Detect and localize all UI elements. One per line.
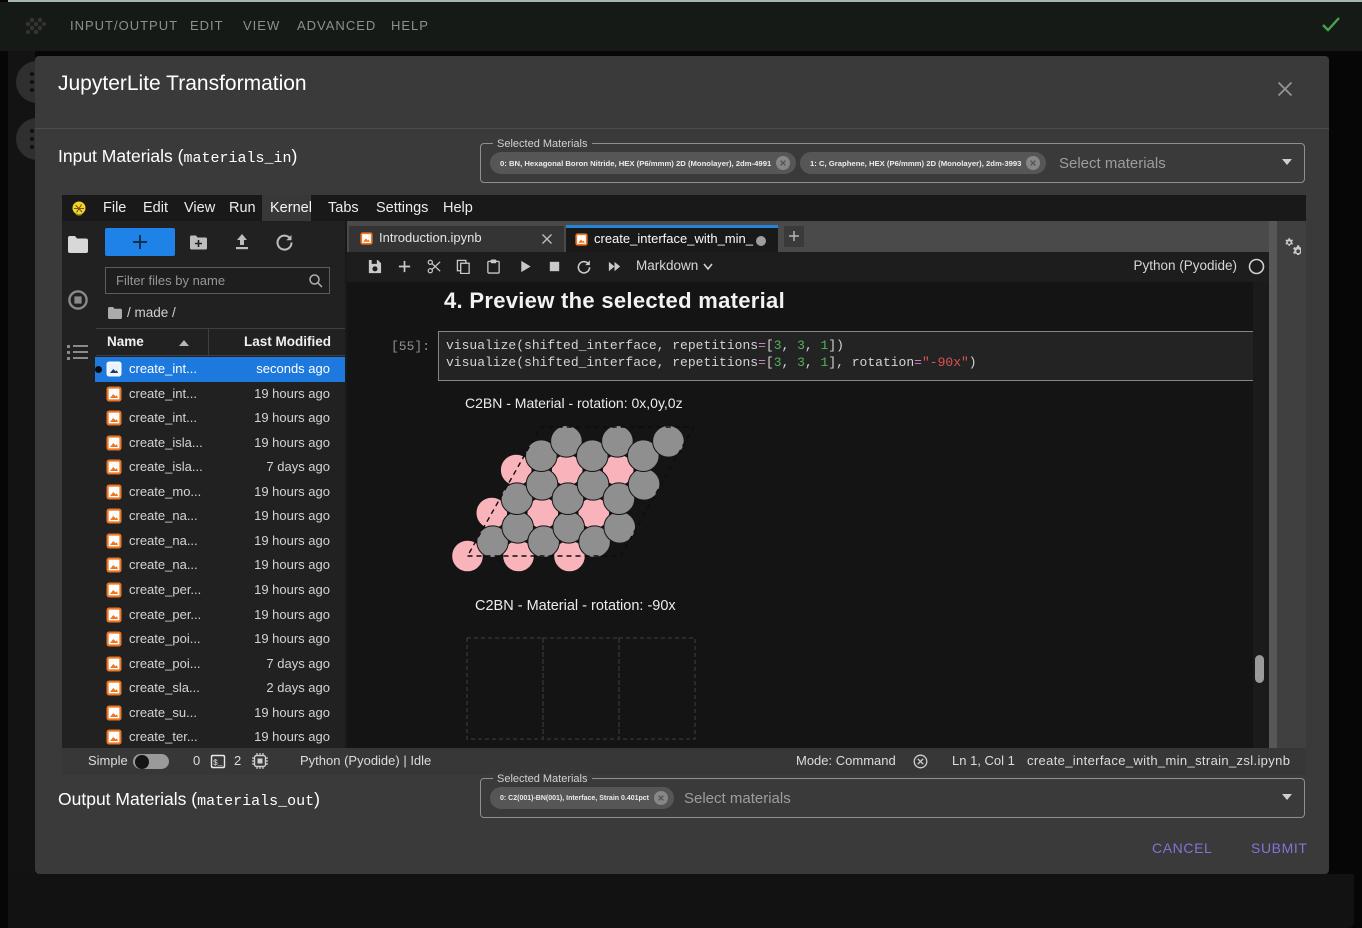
svg-text:$_: $_: [213, 759, 223, 768]
